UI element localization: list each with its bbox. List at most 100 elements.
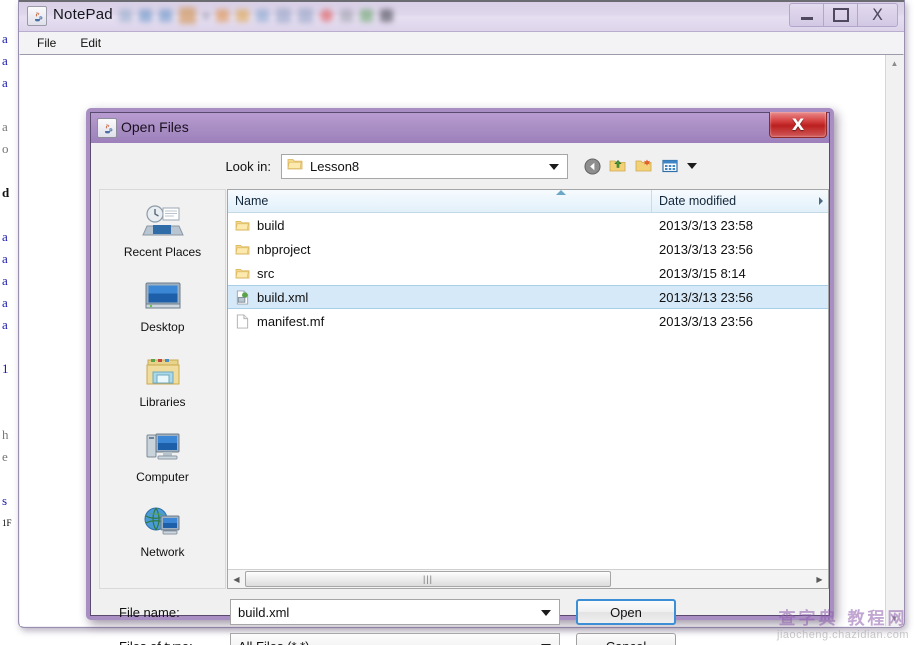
bg-line: a bbox=[2, 229, 8, 244]
recent-places-icon bbox=[141, 205, 184, 236]
place-network[interactable]: Network bbox=[100, 494, 225, 569]
place-libraries[interactable]: Libraries bbox=[100, 344, 225, 419]
file-name: src bbox=[257, 265, 275, 281]
file-name-cell: nbproject bbox=[228, 242, 652, 257]
bg-line: o bbox=[2, 141, 9, 156]
menubar: File Edit bbox=[19, 32, 904, 55]
file-date: 2013/3/15 8:14 bbox=[659, 265, 746, 281]
bg-line: e bbox=[2, 449, 8, 464]
bg-line: d bbox=[2, 185, 10, 200]
bg-line: a bbox=[2, 251, 8, 266]
file-name-cell: build bbox=[228, 218, 652, 233]
lookin-combobox[interactable]: Lesson8 bbox=[281, 153, 568, 179]
scroll-right-icon[interactable]: ▶ bbox=[811, 575, 828, 584]
file-name: build.xml bbox=[257, 289, 309, 305]
bg-line: h bbox=[2, 427, 9, 442]
bg-line: s bbox=[2, 493, 8, 508]
column-header-name[interactable]: Name bbox=[228, 190, 652, 212]
dialog-titlebar[interactable]: Open Files X bbox=[91, 112, 829, 144]
bg-line: a bbox=[2, 119, 8, 134]
lookin-row: Look in: Lesson8 bbox=[91, 149, 829, 183]
dialog-body: Look in: Lesson8 Recent Places Desktop L… bbox=[91, 143, 829, 645]
place-label: Computer bbox=[136, 470, 189, 484]
minimize-button[interactable] bbox=[790, 4, 824, 26]
folder-icon bbox=[235, 220, 250, 231]
open-files-dialog: Open Files X Look in: Lesson8 Recent Pla… bbox=[86, 108, 834, 645]
bg-line bbox=[0, 336, 20, 358]
minimize-icon bbox=[800, 16, 813, 20]
sort-ascending-icon bbox=[556, 190, 566, 195]
filename-label: File name: bbox=[119, 604, 180, 620]
notepad-titlebar[interactable]: NotePad X bbox=[19, 0, 904, 32]
bg-line bbox=[0, 160, 20, 182]
bg-line: a bbox=[2, 53, 8, 68]
bg-line bbox=[0, 204, 20, 226]
close-button[interactable]: X bbox=[858, 4, 897, 26]
column-header-label: Date modified bbox=[659, 194, 737, 208]
folder-icon bbox=[235, 268, 250, 279]
file-date: 2013/3/13 23:56 bbox=[659, 313, 753, 329]
filetype-combobox[interactable]: All Files (*.*) bbox=[230, 633, 560, 645]
dialog-toolbar bbox=[582, 156, 697, 176]
file-name: manifest.mf bbox=[257, 313, 325, 329]
bg-line bbox=[0, 402, 20, 424]
folder-icon bbox=[235, 244, 250, 255]
libraries-icon bbox=[146, 359, 179, 385]
maximize-button[interactable] bbox=[824, 4, 858, 26]
table-row[interactable]: src 2013/3/15 8:14 bbox=[228, 261, 828, 285]
scroll-left-icon[interactable]: ◀ bbox=[228, 575, 245, 584]
menu-edit[interactable]: Edit bbox=[70, 34, 111, 52]
screen: a a a a o d a a a a a 1 h e s 1F NotePad… bbox=[0, 0, 917, 645]
file-date: 2013/3/13 23:56 bbox=[659, 241, 753, 257]
bg-line bbox=[0, 94, 20, 116]
place-desktop[interactable]: Desktop bbox=[100, 269, 225, 344]
filetype-label: Files of type: bbox=[91, 639, 230, 645]
column-header-date-modified[interactable]: Date modified bbox=[652, 190, 824, 212]
file-list[interactable]: Name Date modified build 2013/3/13 23:58… bbox=[227, 189, 829, 589]
close-icon: X bbox=[872, 5, 883, 24]
filetype-row: Files of type: All Files (*.*) Cancel bbox=[91, 633, 829, 645]
menu-file[interactable]: File bbox=[27, 34, 66, 52]
file-name-cell: manifest.mf bbox=[228, 314, 652, 329]
scrollbar-thumb[interactable]: ||| bbox=[245, 571, 611, 587]
file-name-cell: src bbox=[228, 266, 652, 281]
network-icon bbox=[144, 507, 179, 535]
editor-vertical-scrollbar[interactable]: ▲ ▼ bbox=[885, 55, 903, 626]
java-coffee-cup-icon bbox=[27, 6, 47, 26]
bg-line: a bbox=[2, 317, 8, 332]
chevron-down-icon[interactable] bbox=[549, 164, 559, 170]
up-folder-icon[interactable] bbox=[608, 156, 628, 176]
scroll-up-icon[interactable]: ▲ bbox=[886, 55, 903, 71]
open-button[interactable]: Open bbox=[576, 599, 676, 625]
column-resize-handle[interactable] bbox=[819, 190, 824, 212]
dialog-inner-frame: Open Files X Look in: Lesson8 Recent Pla… bbox=[90, 112, 830, 645]
chevron-down-icon[interactable] bbox=[541, 610, 551, 616]
bg-line bbox=[0, 380, 20, 402]
file-list-horizontal-scrollbar[interactable]: ◀ ||| ▶ bbox=[228, 569, 828, 588]
place-computer[interactable]: Computer bbox=[100, 419, 225, 494]
new-folder-icon[interactable] bbox=[634, 156, 654, 176]
table-row[interactable]: build.xml 2013/3/13 23:56 bbox=[228, 285, 828, 309]
dialog-title: Open Files bbox=[121, 119, 189, 135]
view-mode-icon[interactable] bbox=[660, 156, 680, 176]
place-label: Libraries bbox=[139, 395, 186, 409]
desktop-icon bbox=[145, 282, 180, 309]
file-date: 2013/3/13 23:56 bbox=[659, 289, 753, 305]
bg-line: 1F bbox=[2, 518, 12, 528]
scroll-down-icon[interactable]: ▼ bbox=[886, 610, 903, 626]
place-recent-places[interactable]: Recent Places bbox=[100, 194, 225, 269]
table-row[interactable]: build 2013/3/13 23:58 bbox=[228, 213, 828, 237]
place-label: Recent Places bbox=[123, 245, 202, 259]
dialog-close-button[interactable]: X bbox=[769, 112, 827, 138]
filename-row: File name: build.xml Open bbox=[91, 599, 829, 625]
view-mode-chevron-icon[interactable] bbox=[687, 163, 697, 169]
table-row[interactable]: nbproject 2013/3/13 23:56 bbox=[228, 237, 828, 261]
filetype-value: All Files (*.*) bbox=[238, 639, 310, 645]
window-controls: X bbox=[789, 3, 898, 27]
back-icon[interactable] bbox=[582, 156, 602, 176]
table-row[interactable]: manifest.mf 2013/3/13 23:56 bbox=[228, 309, 828, 333]
file-name: nbproject bbox=[257, 241, 311, 257]
filename-input[interactable]: build.xml bbox=[230, 599, 560, 625]
folder-icon bbox=[287, 157, 303, 176]
cancel-button[interactable]: Cancel bbox=[576, 633, 676, 645]
